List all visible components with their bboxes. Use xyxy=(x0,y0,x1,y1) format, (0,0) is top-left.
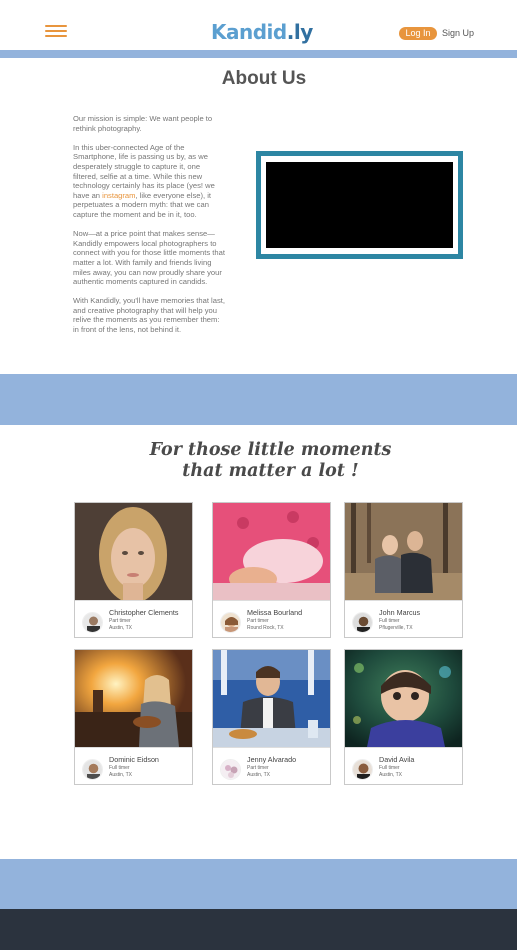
site-header: Kandid.ly Log In Sign Up xyxy=(0,0,517,50)
photographer-name: Melissa Bourland xyxy=(247,608,303,617)
photographer-role: Full timer xyxy=(379,765,400,771)
photographer-role: Part timer xyxy=(247,618,269,624)
photographer-name: Christopher Clements xyxy=(109,608,179,617)
logo-text-main: Kandid xyxy=(211,20,287,44)
signup-link[interactable]: Sign Up xyxy=(442,27,474,40)
site-logo[interactable]: Kandid.ly xyxy=(211,20,313,44)
photographer-role: Full timer xyxy=(109,765,130,771)
photographer-info: Jenny Alvarado Part timer Austin, TX xyxy=(213,747,330,784)
photographer-location: Pflugerville, TX xyxy=(379,625,413,631)
mid-section-band xyxy=(0,374,517,425)
avatar xyxy=(352,612,373,633)
photographer-sample-photo xyxy=(345,650,462,747)
tagline-line-2: that matter a lot ! xyxy=(182,461,359,481)
hamburger-menu-icon[interactable] xyxy=(45,25,67,39)
mission-paragraph: Our mission is simple: We want people to… xyxy=(73,114,213,133)
photographer-location: Austin, TX xyxy=(247,772,270,778)
photographer-name: Jenny Alvarado xyxy=(247,755,297,764)
photographer-info: John Marcus Full timer Pflugerville, TX xyxy=(345,600,462,637)
video-border xyxy=(261,156,458,254)
photographer-card[interactable]: David Avila Full timer Austin, TX xyxy=(344,649,463,785)
photographer-sample-photo xyxy=(75,650,192,747)
photographer-info: Christopher Clements Part timer Austin, … xyxy=(75,600,192,637)
photographer-role: Full timer xyxy=(379,618,400,624)
avatar xyxy=(82,759,103,780)
about-text-block: Our mission is simple: We want people to… xyxy=(73,114,226,344)
login-button[interactable]: Log In xyxy=(399,27,437,40)
photographer-location: Austin, TX xyxy=(109,625,132,631)
video-frame xyxy=(256,151,463,259)
photographer-info: Melissa Bourland Part timer Round Rock, … xyxy=(213,600,330,637)
photographer-location: Austin, TX xyxy=(379,772,402,778)
photographer-role: Part timer xyxy=(109,618,131,624)
avatar xyxy=(220,759,241,780)
memories-paragraph: With Kandidly, you'll have memories that… xyxy=(73,296,225,335)
photographer-location: Austin, TX xyxy=(109,772,132,778)
logo-text-suffix: .ly xyxy=(286,20,314,44)
page-title: About Us xyxy=(221,68,307,89)
header-divider-band xyxy=(0,50,517,58)
photographer-sample-photo xyxy=(75,503,192,600)
bottom-band xyxy=(0,859,517,909)
photographer-sample-photo xyxy=(213,650,330,747)
photographer-card[interactable]: Christopher Clements Part timer Austin, … xyxy=(74,502,193,638)
price-paragraph: Now—at a price point that makes sense—Ka… xyxy=(73,229,225,287)
site-footer xyxy=(0,909,517,950)
photographer-name: David Avila xyxy=(379,755,415,764)
photographer-sample-photo xyxy=(345,503,462,600)
photographer-card[interactable]: Melissa Bourland Part timer Round Rock, … xyxy=(212,502,331,638)
instagram-link[interactable]: instagram xyxy=(102,191,135,200)
avatar xyxy=(82,612,103,633)
photographer-info: David Avila Full timer Austin, TX xyxy=(345,747,462,784)
smartphone-paragraph: In this uber-connected Age of the Smartp… xyxy=(73,143,226,220)
avatar xyxy=(352,759,373,780)
video-player[interactable] xyxy=(266,162,453,248)
avatar xyxy=(220,612,241,633)
photographer-card[interactable]: Jenny Alvarado Part timer Austin, TX xyxy=(212,649,331,785)
photographer-name: Dominic Eidson xyxy=(109,755,159,764)
photographer-sample-photo xyxy=(213,503,330,600)
tagline: For those little moments that matter a l… xyxy=(0,440,517,482)
photographer-role: Part timer xyxy=(247,765,269,771)
photographer-card[interactable]: John Marcus Full timer Pflugerville, TX xyxy=(344,502,463,638)
photographer-info: Dominic Eidson Full timer Austin, TX xyxy=(75,747,192,784)
photographer-card[interactable]: Dominic Eidson Full timer Austin, TX xyxy=(74,649,193,785)
photographer-location: Round Rock, TX xyxy=(247,625,284,631)
tagline-line-1: For those little moments xyxy=(149,440,392,460)
photographer-name: John Marcus xyxy=(379,608,421,617)
